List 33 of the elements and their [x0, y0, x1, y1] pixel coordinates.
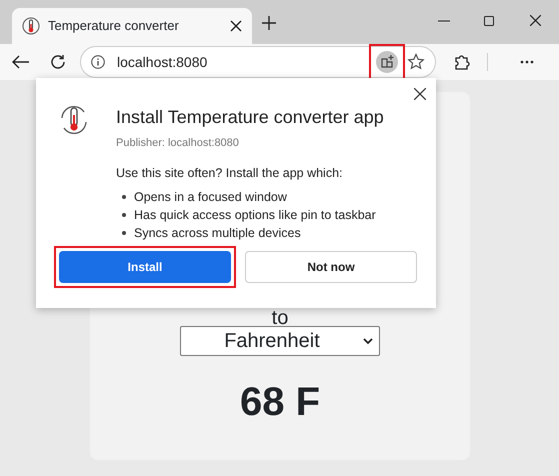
result-text: 68 F — [240, 379, 320, 426]
thermometer-icon — [22, 17, 40, 35]
install-button[interactable]: Install — [59, 251, 231, 283]
install-app-icon[interactable] — [376, 51, 398, 73]
minimize-icon[interactable] — [438, 20, 450, 22]
puzzle-icon[interactable] — [453, 53, 471, 71]
intro-text: Use this site often? Install the app which: — [116, 164, 344, 182]
favorite-star-icon[interactable] — [407, 53, 425, 71]
maximize-icon[interactable] — [484, 16, 494, 26]
feature-text: Opens in a focused window — [134, 189, 287, 206]
dismiss-button[interactable]: Not now — [245, 251, 417, 283]
close-icon[interactable] — [530, 15, 541, 26]
new-tab-icon[interactable] — [262, 16, 276, 30]
chevron-down-icon — [363, 338, 373, 344]
refresh-icon[interactable] — [50, 54, 66, 70]
url-text: localhost:8080 — [117, 52, 208, 72]
publisher-text: Publisher: localhost:8080 — [116, 136, 240, 151]
feature-text: Syncs across multiple devices — [134, 225, 301, 242]
address-bar[interactable]: localhost:8080 — [80, 46, 436, 78]
to-label: to — [272, 310, 288, 326]
back-icon[interactable] — [12, 55, 30, 69]
bullet-icon — [122, 213, 126, 218]
feature-text: Has quick access options like pin to taskbar — [134, 207, 376, 224]
bullet-icon — [122, 231, 126, 236]
dialog-title: Install Temperature converter app — [116, 106, 384, 129]
tab-title: Temperature converter — [48, 17, 180, 36]
unit-select[interactable]: Fahrenheit — [180, 326, 380, 356]
bullet-icon — [122, 195, 126, 200]
browser-tab[interactable]: Temperature converter — [12, 8, 252, 44]
more-icon[interactable] — [520, 60, 534, 64]
close-icon[interactable] — [414, 88, 426, 100]
close-icon[interactable] — [230, 20, 242, 32]
info-icon[interactable] — [91, 55, 105, 69]
